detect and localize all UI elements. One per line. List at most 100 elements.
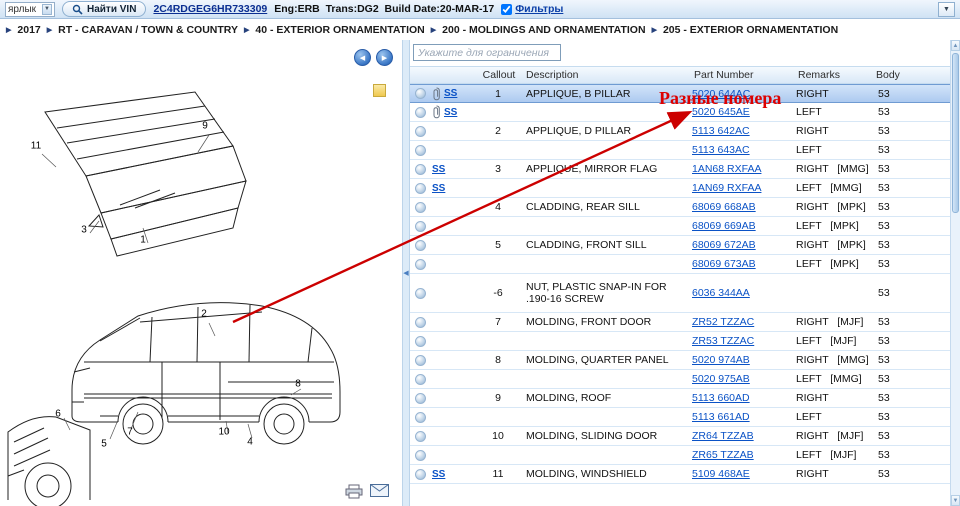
table-row[interactable]: SS 3 APPLIQUE, MIRROR FLAG 1AN68 RXFAA R… xyxy=(410,160,950,179)
part-number-link[interactable]: ZR64 TZZAB xyxy=(692,430,754,442)
table-row[interactable]: 5113 643AC LEFT 53 xyxy=(410,141,950,160)
header-body[interactable]: Body xyxy=(874,69,922,81)
ss-link[interactable]: SS xyxy=(432,164,445,175)
part-detail-icon[interactable] xyxy=(415,431,426,442)
part-number-link[interactable]: 5020 645AE xyxy=(692,106,750,118)
back-button[interactable]: ◀ xyxy=(354,49,371,66)
limit-filter-input[interactable] xyxy=(413,44,561,61)
part-number-link[interactable]: 5109 468AE xyxy=(692,468,750,480)
scrollbar-thumb[interactable] xyxy=(952,53,959,213)
table-row[interactable]: SS 11 MOLDING, WINDSHIELD 5109 468AE RIG… xyxy=(410,465,950,484)
part-detail-icon[interactable] xyxy=(415,393,426,404)
part-number-link[interactable]: 5113 643AC xyxy=(692,144,750,156)
breadcrumb-item[interactable]: 200 - MOLDINGS AND ORNAMENTATION xyxy=(442,24,645,36)
table-row[interactable]: ZR53 TZZAC LEFT [MJF] 53 xyxy=(410,332,950,351)
part-number-link[interactable]: 1AN69 RXFAA xyxy=(692,182,761,194)
part-detail-icon[interactable] xyxy=(415,317,426,328)
breadcrumb-item[interactable]: 40 - EXTERIOR ORNAMENTATION xyxy=(255,24,424,36)
table-row[interactable]: 5113 661AD LEFT 53 xyxy=(410,408,950,427)
table-row[interactable]: 5020 975AB LEFT [MMG] 53 xyxy=(410,370,950,389)
part-detail-icon[interactable] xyxy=(415,126,426,137)
table-row[interactable]: 68069 669AB LEFT [MPK] 53 xyxy=(410,217,950,236)
table-row[interactable]: 8 MOLDING, QUARTER PANEL 5020 974AB RIGH… xyxy=(410,351,950,370)
part-number-link[interactable]: 5113 642AC xyxy=(692,125,750,137)
breadcrumb-item[interactable]: RT - CARAVAN / TOWN & COUNTRY xyxy=(58,24,238,36)
part-detail-icon[interactable] xyxy=(415,202,426,213)
ss-link[interactable]: SS xyxy=(444,107,457,118)
table-row[interactable]: ZR65 TZZAB LEFT [MJF] 53 xyxy=(410,446,950,465)
table-row[interactable]: 9 MOLDING, ROOF 5113 660AD RIGHT 53 xyxy=(410,389,950,408)
table-row[interactable]: -6 NUT, PLASTIC SNAP-IN FOR .190-16 SCRE… xyxy=(410,274,950,313)
part-detail-icon[interactable] xyxy=(415,374,426,385)
ss-link[interactable]: SS xyxy=(432,469,445,480)
scroll-up-icon[interactable]: ▲ xyxy=(951,40,960,51)
forward-button[interactable]: ▶ xyxy=(376,49,393,66)
ss-link[interactable]: SS xyxy=(444,88,457,99)
sticky-note-icon[interactable] xyxy=(373,84,386,97)
callout-number: 4 xyxy=(472,201,524,213)
part-body: 53 xyxy=(874,125,922,137)
part-detail-icon[interactable] xyxy=(415,240,426,251)
paperclip-icon[interactable] xyxy=(432,87,441,101)
part-number-link[interactable]: 6036 344AA xyxy=(692,287,750,299)
breadcrumb-item[interactable]: 2017 xyxy=(17,24,40,36)
part-detail-icon[interactable] xyxy=(415,164,426,175)
envelope-icon[interactable] xyxy=(370,484,389,497)
diagram-callout-number: 4 xyxy=(247,437,253,448)
table-row[interactable]: SS 1AN69 RXFAA LEFT [MMG] 53 xyxy=(410,179,950,198)
part-number-link[interactable]: 5113 660AD xyxy=(692,392,750,404)
table-row[interactable]: 68069 673AB LEFT [MPK] 53 xyxy=(410,255,950,274)
ss-link[interactable]: SS xyxy=(432,183,445,194)
table-row[interactable]: 2 APPLIQUE, D PILLAR 5113 642AC RIGHT 53 xyxy=(410,122,950,141)
table-row[interactable]: SS 1 APPLIQUE, B PILLAR 5020 644AC RIGHT… xyxy=(410,84,950,103)
table-row[interactable]: SS 5020 645AE LEFT 53 xyxy=(410,103,950,122)
part-number-link[interactable]: 5020 975AB xyxy=(692,373,750,385)
part-detail-icon[interactable] xyxy=(415,145,426,156)
header-remarks[interactable]: Remarks xyxy=(796,69,874,81)
part-number-link[interactable]: 5113 661AD xyxy=(692,411,750,423)
part-detail-icon[interactable] xyxy=(415,288,426,299)
vin-link[interactable]: 2C4RDGEG6HR733309 xyxy=(153,3,267,15)
header-description[interactable]: Description xyxy=(524,69,692,81)
scroll-down-icon[interactable]: ▼ xyxy=(951,495,960,506)
part-detail-icon[interactable] xyxy=(415,107,426,118)
part-detail-icon[interactable] xyxy=(415,183,426,194)
part-number-link[interactable]: ZR65 TZZAB xyxy=(692,449,754,461)
part-number-link[interactable]: 5020 974AB xyxy=(692,354,750,366)
part-body: 53 xyxy=(874,258,922,270)
breadcrumb-item[interactable]: 205 - EXTERIOR ORNAMENTATION xyxy=(663,24,838,36)
panel-splitter[interactable]: ◀ xyxy=(402,40,410,506)
part-detail-icon[interactable] xyxy=(415,412,426,423)
shortcut-dropdown[interactable]: ярлык ▼ xyxy=(5,2,55,17)
paperclip-icon[interactable] xyxy=(432,105,441,119)
part-detail-icon[interactable] xyxy=(415,88,426,99)
part-detail-icon[interactable] xyxy=(415,450,426,461)
table-row[interactable]: 10 MOLDING, SLIDING DOOR ZR64 TZZAB RIGH… xyxy=(410,427,950,446)
header-callout[interactable]: Callout xyxy=(472,69,524,81)
part-number-link[interactable]: 68069 673AB xyxy=(692,258,756,270)
part-detail-icon[interactable] xyxy=(415,259,426,270)
table-row[interactable]: 5 CLADDING, FRONT SILL 68069 672AB RIGHT… xyxy=(410,236,950,255)
part-number-link[interactable]: ZR53 TZZAC xyxy=(692,335,754,347)
part-number-link[interactable]: 68069 672AB xyxy=(692,239,756,251)
part-number-link[interactable]: 68069 668AB xyxy=(692,201,756,213)
toolbar-dropdown-button[interactable]: ▼ xyxy=(938,2,955,17)
part-number-link[interactable]: 68069 669AB xyxy=(692,220,756,232)
part-number-link[interactable]: ZR52 TZZAC xyxy=(692,316,754,328)
part-detail-icon[interactable] xyxy=(415,336,426,347)
vertical-scrollbar[interactable]: ▲ ▼ xyxy=(950,40,960,506)
part-number-link[interactable]: 5020 644AC xyxy=(692,88,750,100)
table-row[interactable]: 4 CLADDING, REAR SILL 68069 668AB RIGHT … xyxy=(410,198,950,217)
part-number-link[interactable]: 1AN68 RXFAA xyxy=(692,163,761,175)
part-detail-icon[interactable] xyxy=(415,355,426,366)
callout-number: 10 xyxy=(472,430,524,442)
header-part-number[interactable]: Part Number xyxy=(692,69,796,81)
part-detail-icon[interactable] xyxy=(415,469,426,480)
filters-link[interactable]: Фильтры xyxy=(515,3,563,15)
diagram-actions xyxy=(345,484,389,499)
part-detail-icon[interactable] xyxy=(415,221,426,232)
filters-checkbox[interactable] xyxy=(501,4,512,15)
printer-icon[interactable] xyxy=(345,484,363,499)
table-row[interactable]: 7 MOLDING, FRONT DOOR ZR52 TZZAC RIGHT [… xyxy=(410,313,950,332)
find-vin-button[interactable]: Найти VIN xyxy=(62,1,146,17)
